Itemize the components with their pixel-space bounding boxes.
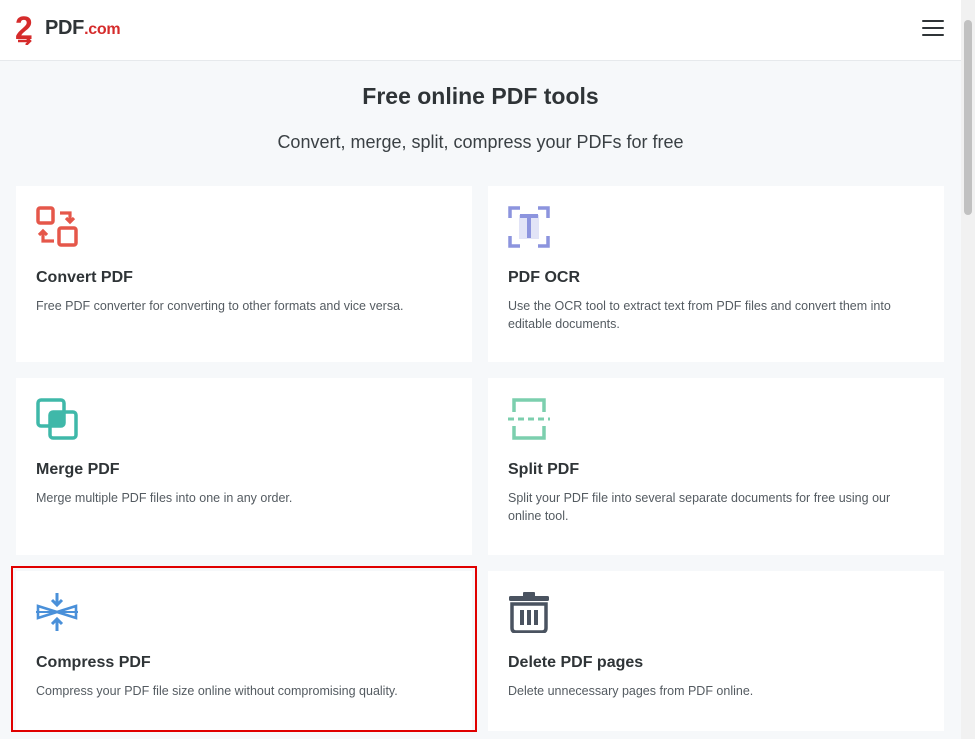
tool-card-split-pdf[interactable]: Split PDF Split your PDF file into sever… [488,378,944,555]
hamburger-menu-icon[interactable] [922,20,944,40]
logo-domain: .com [84,20,121,38]
card-description: Split your PDF file into several separat… [508,491,891,523]
page-scrollbar[interactable] [961,0,975,739]
card-description: Free PDF converter for converting to oth… [36,299,404,313]
logo-arrow-icon: 2 [15,11,33,45]
scrollbar-thumb[interactable] [964,20,972,215]
convert-icon [36,206,78,247]
page-subtitle: Convert, merge, split, compress your PDF… [277,132,684,152]
card-title: Split PDF [508,461,580,478]
tool-card-convert-pdf[interactable]: Convert PDF Free PDF converter for conve… [16,186,472,362]
merge-icon [36,398,78,440]
tool-card-pdf-ocr[interactable]: PDF OCR Use the OCR tool to extract text… [488,186,944,362]
card-description: Compress your PDF file size online witho… [36,684,398,698]
site-header: 2 PDF.com [0,0,961,61]
trash-icon [509,592,549,633]
split-icon [508,398,550,440]
card-title: Merge PDF [36,461,120,478]
card-title: PDF OCR [508,269,580,286]
card-title: Compress PDF [36,654,151,671]
card-title: Delete PDF pages [508,654,644,671]
card-description: Delete unnecessary pages from PDF online… [508,684,754,698]
page-title: Free online PDF tools [362,83,599,109]
site-logo[interactable]: 2 PDF.com [14,11,121,45]
logo-text: PDF [45,16,85,39]
card-description: Merge multiple PDF files into one in any… [36,491,293,505]
compress-icon [36,593,78,631]
ocr-icon [508,206,550,248]
tool-card-delete-pdf-pages[interactable]: Delete PDF pages Delete unnecessary page… [488,571,944,731]
tool-card-compress-pdf[interactable]: Compress PDF Compress your PDF file size… [16,571,472,731]
card-description: Use the OCR tool to extract text from PD… [508,299,891,331]
card-title: Convert PDF [36,269,133,286]
tool-card-merge-pdf[interactable]: Merge PDF Merge multiple PDF files into … [16,378,472,555]
